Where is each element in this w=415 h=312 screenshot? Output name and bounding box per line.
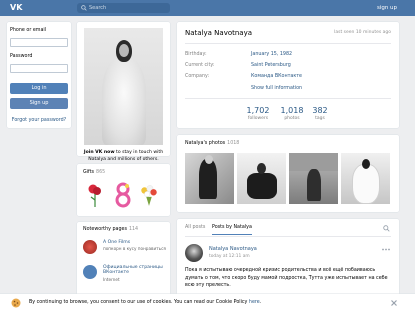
show-full-info-link[interactable]: Show full information: [251, 86, 302, 91]
join-link[interactable]: Join VK now: [84, 150, 115, 155]
cookie-banner: By continuing to browse, you consent to …: [0, 294, 415, 312]
divider: [185, 98, 391, 99]
company-label: Company:: [185, 74, 210, 79]
gifts-block: Gifts 865: [77, 164, 170, 216]
search-input[interactable]: Search: [77, 3, 170, 13]
photos-block: Natalya's photos 1018: [177, 135, 399, 212]
photo-thumbnail[interactable]: [185, 153, 234, 204]
gift-rose-icon[interactable]: [85, 181, 105, 209]
forgot-password-link[interactable]: Forgot your password?: [10, 118, 68, 123]
stat-tags[interactable]: 382 tags: [305, 106, 335, 121]
vk-logo[interactable]: VK: [10, 3, 24, 13]
noteworthy-item[interactable]: A One Films попкорн в кусу понравиться: [83, 240, 168, 262]
post-author-avatar[interactable]: [185, 244, 203, 262]
photo-thumbnail[interactable]: [237, 153, 286, 204]
birthday-value[interactable]: January 15, 1982: [251, 52, 292, 57]
cookie-icon: [11, 298, 21, 308]
post-author-name[interactable]: Natalya Navotnaya: [209, 246, 257, 252]
more-options-icon[interactable]: [382, 248, 390, 251]
signup-link[interactable]: sign up: [372, 3, 402, 13]
login-card: Phone or email Password Log in Sign up F…: [7, 22, 71, 128]
profile-info-card: Natalya Navotnaya last seen 10 minutes a…: [177, 22, 399, 128]
top-navigation-bar: VK Search sign up: [0, 0, 415, 16]
tab-posts-by-natalya[interactable]: Posts by Natalya: [212, 225, 252, 235]
cookie-notice: By continuing to browse, you consent to …: [29, 300, 262, 305]
photo-thumbnail[interactable]: [289, 153, 338, 204]
city-value[interactable]: Saint Petersburg: [251, 63, 291, 68]
gifts-title[interactable]: Gifts 865: [83, 170, 105, 175]
birthday-label: Birthday:: [185, 52, 207, 57]
profile-photo-card: Join VK now to stay in touch with Nataly…: [77, 22, 170, 176]
search-icon: [81, 5, 87, 11]
password-label: Password: [10, 54, 33, 59]
phone-email-field[interactable]: [10, 38, 68, 47]
search-posts-icon[interactable]: [383, 225, 390, 232]
tab-all-posts[interactable]: All posts: [185, 225, 205, 230]
password-field[interactable]: [10, 64, 68, 73]
photo-thumbnail[interactable]: [341, 153, 390, 204]
signup-button[interactable]: Sign up: [10, 98, 68, 109]
stat-photos[interactable]: 1,018 photos: [277, 106, 307, 121]
city-label: Current city:: [185, 63, 215, 68]
post-text: Пока я испытываю очередной кризис родите…: [185, 268, 388, 288]
last-seen-status: last seen 10 minutes ago: [334, 30, 391, 35]
cookie-policy-link[interactable]: here: [249, 300, 260, 305]
noteworthy-item[interactable]: Официальные страницы ВКонтакте Internet: [83, 265, 168, 287]
gift-flowers-icon[interactable]: [139, 181, 159, 209]
page-avatar: [83, 240, 97, 254]
divider: [185, 43, 391, 44]
noteworthy-title[interactable]: Noteworthy pages 114: [83, 227, 138, 232]
stat-followers[interactable]: 1,702 followers: [243, 106, 273, 121]
company-value[interactable]: Команда ВКонтакте: [251, 74, 302, 79]
gift-number-eight-icon[interactable]: [113, 181, 133, 209]
photos-title[interactable]: Natalya's photos 1018: [185, 141, 239, 146]
close-icon[interactable]: [389, 298, 399, 308]
divider: [185, 236, 391, 237]
page-avatar: [83, 265, 97, 279]
profile-name: Natalya Navotnaya: [185, 29, 253, 37]
post-date[interactable]: today at 12:11 am: [209, 254, 250, 259]
profile-photo[interactable]: [84, 28, 163, 145]
login-button[interactable]: Log in: [10, 83, 68, 94]
phone-email-label: Phone or email: [10, 28, 47, 33]
